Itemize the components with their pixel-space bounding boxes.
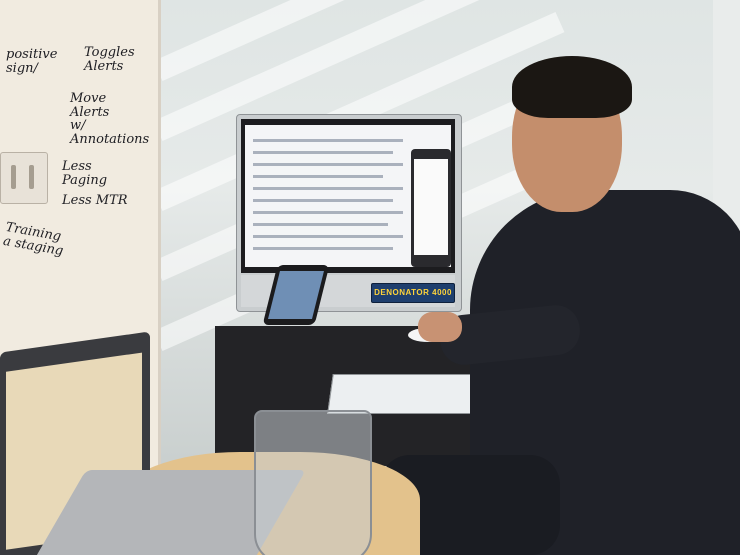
- phone-screen: [268, 271, 324, 319]
- whiteboard-note: Training a staging: [2, 219, 65, 259]
- whiteboard-note: positive sign/: [6, 47, 58, 76]
- switch-toggle: [29, 165, 34, 189]
- list-row: [253, 235, 403, 238]
- list-row: [253, 163, 403, 166]
- monitor-screen: [241, 119, 455, 273]
- phone-simulator: [411, 149, 451, 267]
- light-switch: [0, 152, 48, 204]
- whiteboard-note: Less MTR: [62, 193, 128, 208]
- list-row: [253, 223, 388, 226]
- whiteboard-note: Less Paging: [62, 159, 108, 188]
- office-scene: positive sign/ Toggles Alerts Move Alert…: [0, 0, 740, 555]
- whiteboard-note: Move Alerts w/ Annotations: [70, 91, 150, 147]
- person-hair: [512, 56, 632, 118]
- phone-simulator-screen: [414, 159, 448, 255]
- list-row: [253, 187, 403, 190]
- list-row: [253, 151, 393, 154]
- list-row: [253, 175, 383, 178]
- tumbler-cup: [254, 410, 372, 555]
- whiteboard-note: Toggles Alerts: [84, 45, 135, 74]
- monitor-sticker: DENONATOR 4000: [371, 283, 455, 303]
- desktop-monitor: DENONATOR 4000: [236, 114, 462, 312]
- list-row: [253, 139, 403, 142]
- list-row: [253, 211, 403, 214]
- list-row: [253, 247, 393, 250]
- list-row: [253, 199, 393, 202]
- person-hand: [418, 312, 462, 342]
- sticker-text: DENONATOR 4000: [374, 288, 452, 297]
- switch-toggle: [11, 165, 16, 189]
